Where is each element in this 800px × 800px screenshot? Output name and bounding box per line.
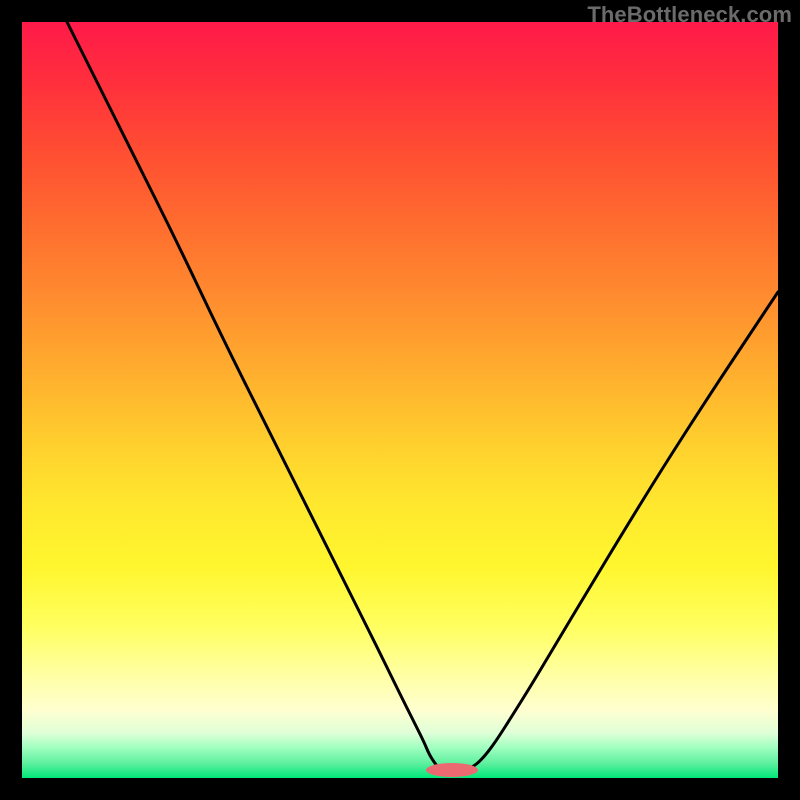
bottleneck-marker: [426, 763, 478, 777]
chart-svg: [22, 22, 778, 778]
chart-area: [22, 22, 778, 778]
bottleneck-curve: [67, 22, 778, 772]
